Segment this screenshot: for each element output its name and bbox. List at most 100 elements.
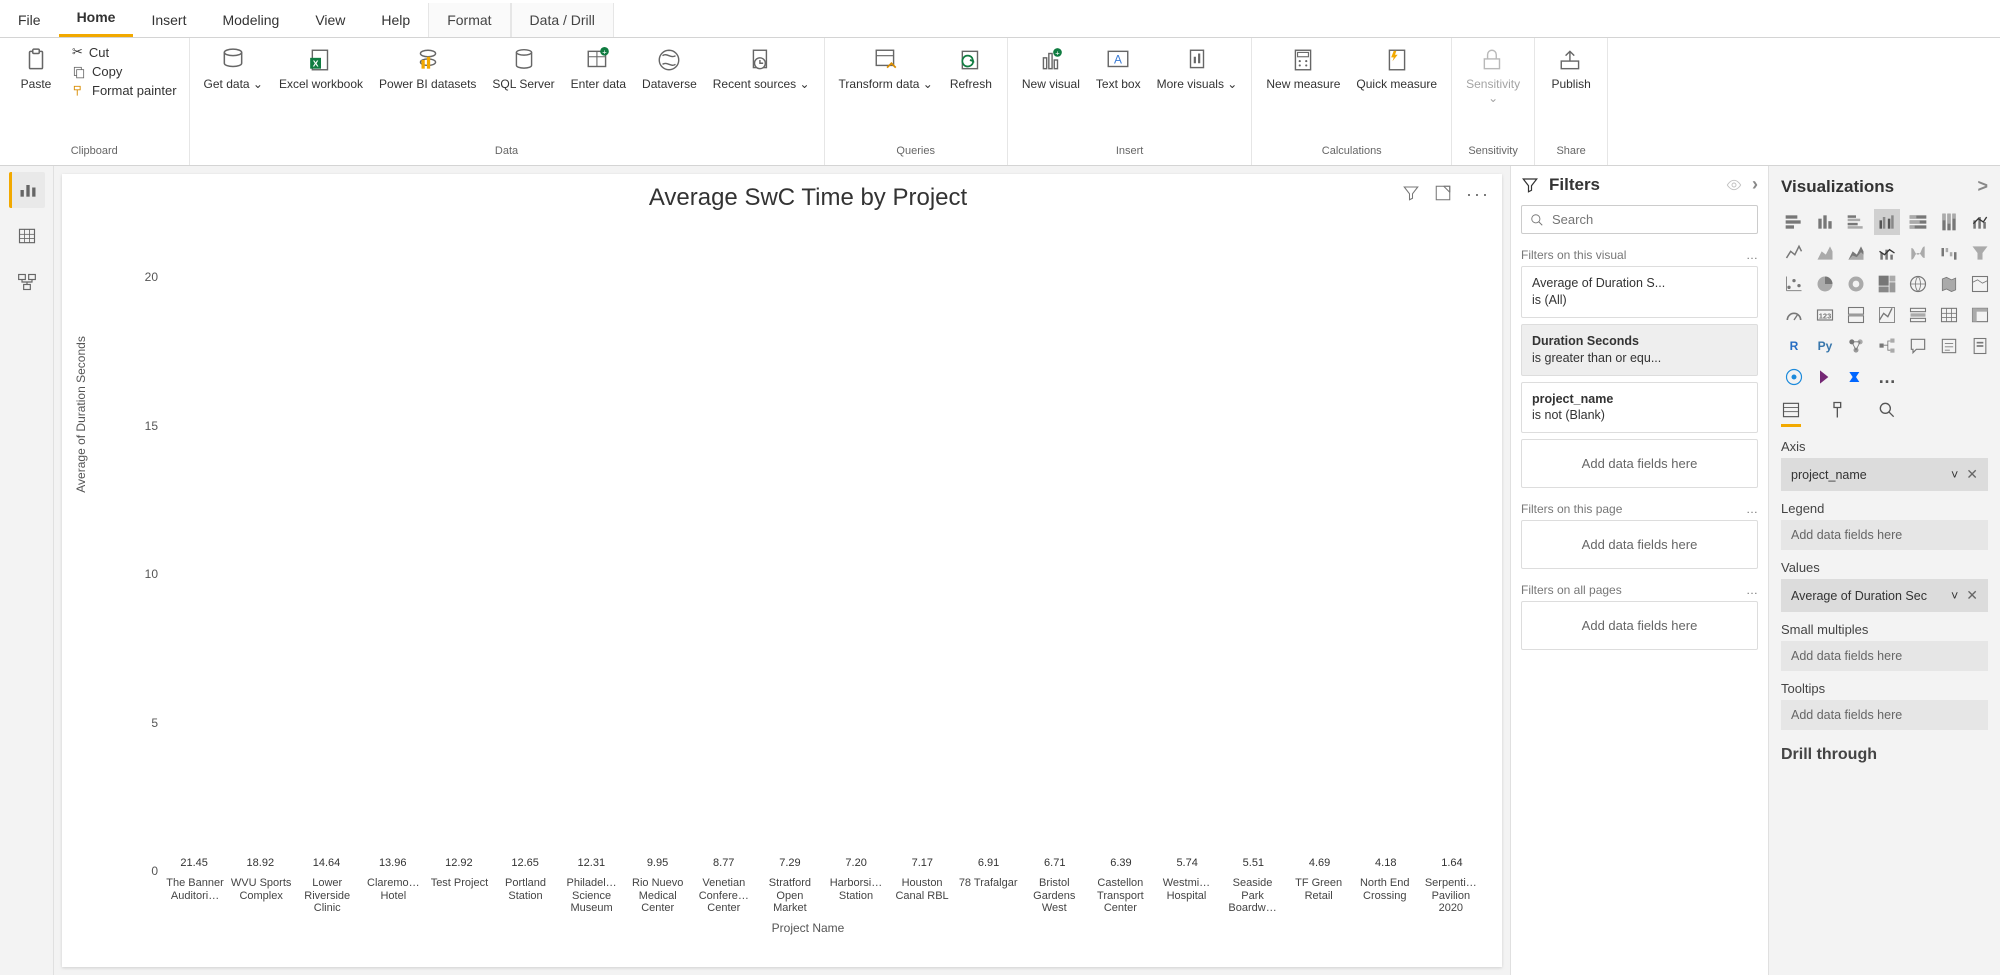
slicer-icon[interactable]: [1905, 302, 1931, 328]
bar-column[interactable]: 18.92: [228, 857, 292, 871]
stacked-column-100-icon[interactable]: [1936, 209, 1962, 235]
bar-column[interactable]: 12.92: [427, 857, 491, 871]
collapse-pane-icon[interactable]: ›: [1752, 174, 1758, 195]
table-icon[interactable]: [1936, 302, 1962, 328]
paginated-report-icon[interactable]: [1967, 333, 1993, 359]
tab-file[interactable]: File: [0, 3, 59, 37]
filter-icon[interactable]: [1402, 184, 1420, 205]
tab-modeling[interactable]: Modeling: [204, 3, 297, 37]
donut-icon[interactable]: [1843, 271, 1869, 297]
line-clustered-column-icon[interactable]: [1874, 240, 1900, 266]
legend-well[interactable]: Add data fields here: [1781, 520, 1988, 550]
bar-column[interactable]: 9.95: [625, 857, 689, 871]
powerbi-datasets-button[interactable]: Power BI datasets: [371, 42, 484, 96]
matrix-icon[interactable]: [1967, 302, 1993, 328]
analytics-tab[interactable]: [1877, 400, 1897, 427]
chevron-down-icon[interactable]: ˅: [1951, 468, 1958, 482]
more-visuals-button[interactable]: More visuals ⌄: [1149, 42, 1246, 96]
format-tab[interactable]: [1829, 400, 1849, 427]
bar-column[interactable]: 21.45: [162, 857, 226, 871]
values-well[interactable]: Average of Duration Sec˅✕: [1781, 579, 1988, 612]
collapse-pane-icon[interactable]: >: [1977, 176, 1988, 197]
r-visual-icon[interactable]: R: [1781, 333, 1807, 359]
enter-data-button[interactable]: + Enter data: [563, 42, 634, 96]
py-visual-icon[interactable]: Py: [1812, 333, 1838, 359]
filters-search[interactable]: [1521, 205, 1758, 234]
clustered-bar-icon[interactable]: [1843, 209, 1869, 235]
bar-column[interactable]: 8.77: [692, 857, 756, 871]
bar-column[interactable]: 6.39: [1089, 857, 1153, 871]
transform-data-button[interactable]: Transform data ⌄: [831, 42, 941, 96]
ribbon-chart-icon[interactable]: [1905, 240, 1931, 266]
tooltips-well[interactable]: Add data fields here: [1781, 700, 1988, 730]
waterfall-icon[interactable]: [1936, 240, 1962, 266]
bar-column[interactable]: 12.31: [559, 857, 623, 871]
scatter-icon[interactable]: [1781, 271, 1807, 297]
kpi-icon[interactable]: [1874, 302, 1900, 328]
tab-format[interactable]: Format: [428, 3, 510, 37]
map-icon[interactable]: [1905, 271, 1931, 297]
funnel-chart-icon[interactable]: [1967, 240, 1993, 266]
powerapps-visual-icon[interactable]: [1812, 364, 1838, 390]
area-icon[interactable]: [1812, 240, 1838, 266]
powerautomate-visual-icon[interactable]: [1843, 364, 1869, 390]
report-canvas[interactable]: ··· Average SwC Time by Project Average …: [62, 174, 1502, 967]
pie-icon[interactable]: [1812, 271, 1838, 297]
recent-sources-button[interactable]: Recent sources ⌄: [705, 42, 818, 96]
stacked-bar-icon[interactable]: [1781, 209, 1807, 235]
new-visual-button[interactable]: + New visual: [1014, 42, 1088, 96]
dataverse-button[interactable]: Dataverse: [634, 42, 705, 96]
filter-card-project-name[interactable]: project_name is not (Blank): [1521, 382, 1758, 434]
refresh-button[interactable]: Refresh: [941, 42, 1001, 96]
bar-column[interactable]: 14.64: [294, 857, 358, 871]
get-data-button[interactable]: Get data ⌄: [196, 42, 271, 96]
section-more-icon[interactable]: …: [1746, 248, 1758, 262]
copy-button[interactable]: Copy: [66, 62, 183, 81]
chevron-down-icon[interactable]: ˅: [1951, 589, 1958, 603]
filters-search-input[interactable]: [1552, 212, 1749, 227]
report-view-button[interactable]: [9, 172, 45, 208]
clustered-column-icon[interactable]: [1874, 209, 1900, 235]
quick-measure-button[interactable]: Quick measure: [1348, 42, 1445, 96]
stacked-area-icon[interactable]: [1843, 240, 1869, 266]
line-icon[interactable]: [1781, 240, 1807, 266]
more-options-icon[interactable]: ···: [1466, 184, 1490, 205]
qa-visual-icon[interactable]: [1905, 333, 1931, 359]
line-stacked-column-icon[interactable]: [1967, 209, 1993, 235]
data-view-button[interactable]: [9, 218, 45, 254]
fields-tab[interactable]: [1781, 400, 1801, 427]
decomposition-tree-icon[interactable]: [1874, 333, 1900, 359]
filter-card-avg-duration[interactable]: Average of Duration S... is (All): [1521, 266, 1758, 318]
focus-mode-icon[interactable]: [1434, 184, 1452, 205]
small-multiples-well[interactable]: Add data fields here: [1781, 641, 1988, 671]
page-filter-drop[interactable]: Add data fields here: [1521, 520, 1758, 569]
text-box-button[interactable]: A Text box: [1088, 42, 1149, 96]
remove-field-icon[interactable]: ✕: [1966, 587, 1978, 603]
get-more-visuals-icon[interactable]: …: [1874, 364, 1900, 390]
bar-column[interactable]: 4.18: [1354, 857, 1418, 871]
bar-column[interactable]: 5.74: [1155, 857, 1219, 871]
key-influencers-icon[interactable]: [1843, 333, 1869, 359]
treemap-icon[interactable]: [1874, 271, 1900, 297]
tab-home[interactable]: Home: [59, 0, 134, 37]
new-measure-button[interactable]: New measure: [1258, 42, 1348, 96]
axis-well[interactable]: project_name˅✕: [1781, 458, 1988, 491]
arcgis-icon[interactable]: [1781, 364, 1807, 390]
card-icon[interactable]: 123: [1812, 302, 1838, 328]
all-pages-filter-drop[interactable]: Add data fields here: [1521, 601, 1758, 650]
gauge-icon[interactable]: [1781, 302, 1807, 328]
section-more-icon[interactable]: …: [1746, 502, 1758, 516]
tab-data-drill[interactable]: Data / Drill: [511, 3, 614, 37]
bar-column[interactable]: 1.64: [1420, 857, 1484, 871]
section-more-icon[interactable]: …: [1746, 583, 1758, 597]
chart-visual[interactable]: ··· Average SwC Time by Project Average …: [62, 174, 1502, 967]
stacked-column-icon[interactable]: [1812, 209, 1838, 235]
bar-column[interactable]: 13.96: [361, 857, 425, 871]
bar-column[interactable]: 5.51: [1221, 857, 1285, 871]
eye-icon[interactable]: [1726, 177, 1742, 193]
stacked-bar-100-icon[interactable]: [1905, 209, 1931, 235]
smart-narrative-icon[interactable]: [1936, 333, 1962, 359]
filled-map-icon[interactable]: [1936, 271, 1962, 297]
excel-workbook-button[interactable]: X Excel workbook: [271, 42, 371, 96]
visual-filter-drop[interactable]: Add data fields here: [1521, 439, 1758, 488]
